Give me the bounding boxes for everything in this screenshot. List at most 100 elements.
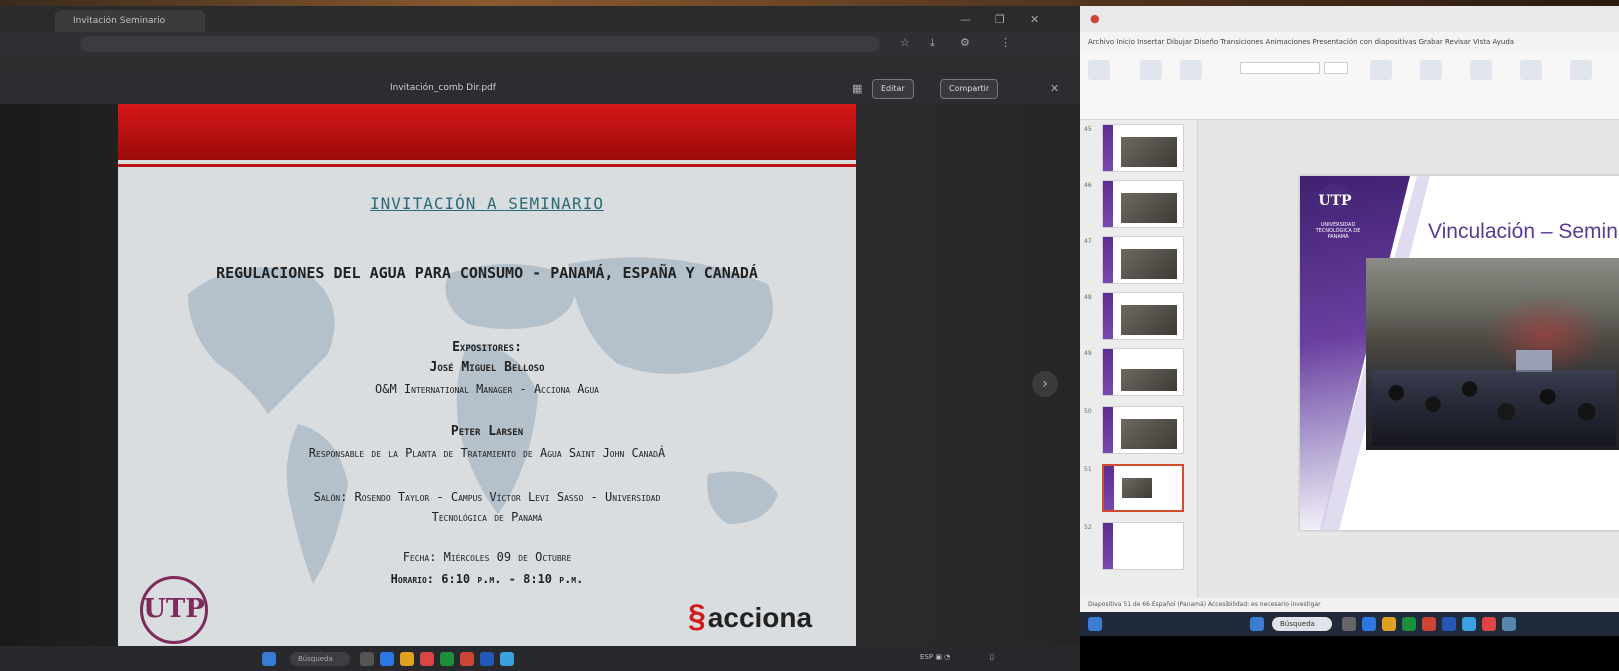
chrome-icon[interactable] [1402, 617, 1416, 631]
thumb-number: 45 [1084, 126, 1092, 133]
next-page-button[interactable]: › [1032, 371, 1058, 397]
pdf-tools-icon[interactable]: ▦ [852, 82, 862, 95]
start-icon[interactable] [262, 652, 276, 666]
acciona-logo: §acciona [688, 598, 812, 635]
slide-editing-area: UTP UNIVERSIDAD TECNOLÓGICA DE PANAMÁ Vi… [1198, 120, 1619, 598]
slide-thumbnail[interactable] [1102, 522, 1184, 570]
paste-icon[interactable] [1088, 60, 1110, 80]
explorer-icon[interactable] [1382, 617, 1396, 631]
speaker2-role: Responsable de la Planta de Tratamiento … [308, 446, 666, 460]
app-icon-red[interactable] [1482, 617, 1496, 631]
maximize-icon[interactable]: ❐ [995, 13, 1005, 26]
widgets-icon[interactable] [1088, 617, 1102, 631]
paragraph-icon[interactable] [1370, 60, 1392, 80]
pdf-file-name: Invitación_comb Dir.pdf [390, 83, 496, 93]
slide-title[interactable]: Vinculación – Seminario [1428, 220, 1619, 244]
thumb-number: 47 [1084, 238, 1092, 245]
star-icon[interactable]: ☆ [900, 36, 910, 49]
edge-icon[interactable] [1362, 617, 1376, 631]
slide-thumbnail[interactable] [1102, 292, 1184, 340]
utp-slide-logo: UTP [1318, 184, 1352, 218]
teams-icon[interactable] [1462, 617, 1476, 631]
explorer-icon[interactable] [400, 652, 414, 666]
menu-icon[interactable]: ⋮ [1000, 36, 1011, 49]
address-bar: ☆ ⤓ ⚙ ⋮ [0, 32, 1080, 56]
pdf-page: INVITACIÓN A SEMINARIO REGULACIONES DEL … [118, 104, 856, 652]
task-view-icon[interactable] [360, 652, 374, 666]
photo-of-two-laptop-screens: Invitación Seminario — ❐ ✕ ☆ ⤓ ⚙ ⋮ Invit… [0, 0, 1619, 671]
settings-icon[interactable]: ⚙ [960, 36, 970, 49]
word-icon[interactable] [480, 652, 494, 666]
pdf-header-band [118, 104, 856, 160]
font-name-select[interactable] [1240, 62, 1320, 74]
utp-slide-logo-text: UNIVERSIDAD TECNOLÓGICA DE PANAMÁ [1315, 222, 1361, 240]
left-taskbar: Búsqueda ESP ▣ ◔ ▯ [0, 646, 1080, 671]
pdf-close-icon[interactable]: ✕ [1050, 82, 1059, 95]
edge-icon[interactable] [380, 652, 394, 666]
right-taskbar: Búsqueda [1080, 612, 1619, 636]
acciona-wordmark: acciona [707, 602, 813, 633]
thumb-number: 46 [1084, 182, 1092, 189]
share-button[interactable]: Compartir [940, 79, 999, 99]
app-icon-blue[interactable] [1502, 617, 1516, 631]
reuse-slide-icon[interactable] [1180, 60, 1202, 80]
shapes-icon[interactable] [1420, 60, 1442, 80]
event-date: Fecha: Miércoles 09 de Octubre [402, 550, 572, 564]
pdf-heading: INVITACIÓN A SEMINARIO [370, 194, 604, 213]
app-icon-red[interactable] [420, 652, 434, 666]
speaker1-role: O&M International Manager - Acciona Agua [375, 382, 599, 396]
slide-thumbnail-selected[interactable] [1102, 464, 1184, 512]
acciona-mark-icon: § [688, 598, 706, 634]
utp-logo: UTP [140, 576, 208, 644]
arrange-icon[interactable] [1470, 60, 1492, 80]
slide-thumbnail[interactable] [1102, 124, 1184, 172]
edit-button[interactable]: Editar [872, 79, 914, 99]
bookmarks-bar [0, 56, 1080, 74]
powerpoint-icon[interactable] [460, 652, 474, 666]
close-icon[interactable]: ✕ [1030, 13, 1039, 26]
chrome-icon[interactable] [440, 652, 454, 666]
powerpoint-icon[interactable] [1422, 617, 1436, 631]
thumb-number: 52 [1084, 524, 1092, 531]
font-size-select[interactable] [1324, 62, 1348, 74]
venue-line-2: Tecnológica de Panamá [431, 510, 543, 524]
speaker1-name: José Miguel Belloso [429, 360, 545, 375]
pdf-toolbar: Invitación_comb Dir.pdf ▦ Editar Compart… [0, 74, 1080, 104]
thumb-number: 49 [1084, 350, 1092, 357]
dictate-icon[interactable] [1570, 60, 1592, 80]
system-tray[interactable]: ESP ▣ ◔ [920, 653, 950, 661]
ppt-ribbon [1080, 52, 1619, 120]
venue-line-1: Salón: Rosendo Taylor - Campus Víctor Le… [313, 490, 661, 504]
thumb-number: 48 [1084, 294, 1092, 301]
word-icon[interactable] [1442, 617, 1456, 631]
ppt-status-bar: Diapositiva 51 de 66 Español (Panamá) Ac… [1080, 598, 1619, 612]
start-icon[interactable] [1250, 617, 1264, 631]
slide-thumbnail[interactable] [1102, 236, 1184, 284]
download-icon[interactable]: ⤓ [930, 36, 935, 50]
left-browser-window: Invitación Seminario — ❐ ✕ ☆ ⤓ ⚙ ⋮ Invit… [0, 6, 1080, 671]
laptop-bezel [1080, 636, 1619, 671]
browser-tab[interactable]: Invitación Seminario [55, 10, 205, 32]
ppt-menu-bar[interactable]: Archivo Inicio Insertar Dibujar Diseño T… [1080, 32, 1619, 52]
taskbar-search[interactable]: Búsqueda [1272, 617, 1332, 631]
seminar-photo[interactable] [1366, 258, 1619, 450]
pdf-title: REGULACIONES DEL AGUA PARA CONSUMO - PAN… [216, 264, 758, 282]
task-view-icon[interactable] [1342, 617, 1356, 631]
slide-thumbnail[interactable] [1102, 348, 1184, 396]
minimize-icon[interactable]: — [960, 13, 971, 26]
photo-audience [1372, 370, 1616, 446]
slide-thumbnail[interactable] [1102, 180, 1184, 228]
photo-projection-screen [1516, 350, 1552, 372]
find-icon[interactable] [1520, 60, 1542, 80]
ppt-app-icon: ● [1090, 12, 1100, 25]
speakers-label: Expositores: [452, 340, 522, 355]
teams-icon[interactable] [500, 652, 514, 666]
taskbar-search[interactable]: Búsqueda [290, 652, 350, 666]
url-field[interactable] [80, 36, 880, 52]
current-slide[interactable]: UTP UNIVERSIDAD TECNOLÓGICA DE PANAMÁ Vi… [1300, 176, 1619, 530]
new-slide-icon[interactable] [1140, 60, 1162, 80]
slide-thumbnail[interactable] [1102, 406, 1184, 454]
thumb-number: 50 [1084, 408, 1092, 415]
clock: ▯ [990, 653, 994, 661]
browser-tab-bar: Invitación Seminario — ❐ ✕ [0, 6, 1080, 32]
